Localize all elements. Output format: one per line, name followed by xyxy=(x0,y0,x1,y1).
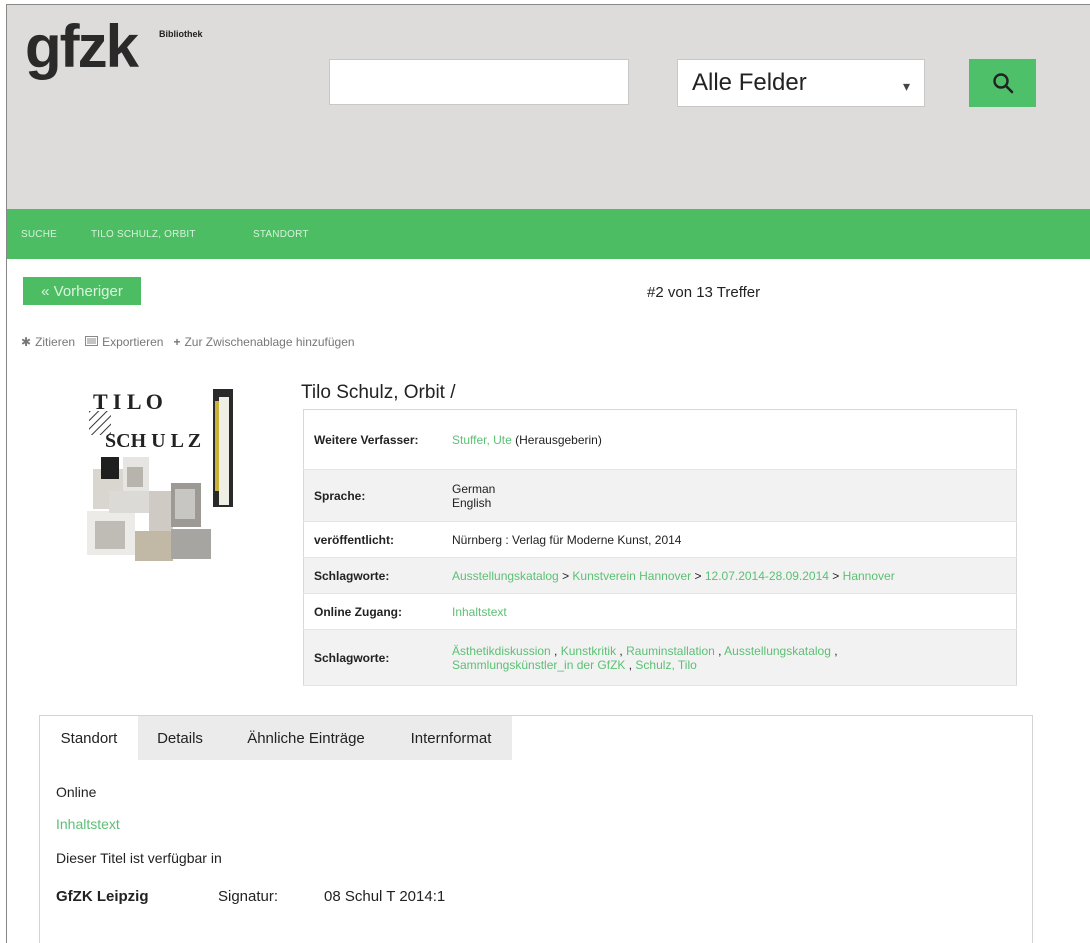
content-link[interactable]: Inhaltstext xyxy=(56,816,120,832)
subject-link[interactable]: 12.07.2014-28.09.2014 xyxy=(705,569,829,583)
separator: , xyxy=(550,643,561,658)
separator: , xyxy=(625,657,636,672)
subject-link[interactable]: Rauminstallation xyxy=(626,644,715,658)
logo-subtitle: Bibliothek xyxy=(159,29,203,39)
table-row: Schlagworte: Ästhetikdiskussion , Kunstk… xyxy=(303,629,1017,686)
author-link[interactable]: Stuffer, Ute xyxy=(452,433,512,447)
signatur-label: Signatur: xyxy=(218,888,279,905)
breadcrumb-item-record[interactable]: TILO SCHULZ, ORBIT xyxy=(91,229,196,240)
row-value: German English xyxy=(442,470,1017,522)
subject-list: Ästhetikdiskussion , Kunstkritik , Raumi… xyxy=(442,630,1017,686)
cover-letters-bottom: SCH U L Z xyxy=(105,430,201,452)
table-row: Online Zugang: Inhaltstext xyxy=(303,594,1017,630)
export-label: Exportieren xyxy=(102,335,164,349)
row-label: Sprache: xyxy=(314,488,366,503)
location-name: GfZK Leipzig xyxy=(56,888,149,905)
search-icon xyxy=(992,73,1013,94)
field-select-value: Alle Felder xyxy=(692,69,807,96)
caret-down-icon: ▾ xyxy=(902,78,910,94)
row-label: Weitere Verfasser: xyxy=(314,432,419,447)
subject-link[interactable]: Hannover xyxy=(843,569,895,583)
breadcrumb-item-search[interactable]: SUCHE xyxy=(21,229,57,240)
tabs-panel: Standort Details Ähnliche Einträge Inter… xyxy=(39,715,1033,943)
cite-label: Zitieren xyxy=(35,335,76,349)
tab-details[interactable]: Details xyxy=(138,716,222,760)
author-role: (Herausgeberin) xyxy=(511,432,602,447)
row-label: Online Zugang: xyxy=(314,604,402,619)
result-counter: #2 von 13 Treffer xyxy=(647,284,761,301)
plus-icon: + xyxy=(173,335,181,349)
table-row: Weitere Verfasser: Stuffer, Ute (Herausg… xyxy=(303,410,1017,470)
export-icon xyxy=(85,335,99,349)
subject-chain: Ausstellungskatalog > Kunstverein Hannov… xyxy=(442,558,1017,594)
signatur-value: 08 Schul T 2014:1 xyxy=(324,888,446,905)
header: gfzk Bibliothek Alle Felder ▾ xyxy=(7,5,1090,209)
record-title: Tilo Schulz, Orbit / xyxy=(301,382,456,403)
subject-link[interactable]: Ästhetikdiskussion xyxy=(452,644,551,658)
online-access-link[interactable]: Inhaltstext xyxy=(452,605,507,619)
language-2: English xyxy=(452,495,492,510)
subject-link[interactable]: Schulz, Tilo xyxy=(635,658,696,672)
breadcrumb-item-location[interactable]: STANDORT xyxy=(253,229,309,240)
subject-link[interactable]: Ausstellungskatalog xyxy=(452,569,559,583)
breadcrumb: SUCHE TILO SCHULZ, ORBIT STANDORT xyxy=(7,209,1090,259)
row-label: veröffentlicht: xyxy=(314,532,395,547)
row-value: Inhaltstext xyxy=(442,594,1017,630)
row-label: Schlagworte: xyxy=(314,650,390,665)
publication-value: Nürnberg : Verlag für Moderne Kunst, 201… xyxy=(452,532,682,547)
separator: > xyxy=(691,568,705,583)
separator: > xyxy=(828,568,843,583)
row-label: Schlagworte: xyxy=(314,568,390,583)
separator: , xyxy=(714,643,725,658)
tab-similar[interactable]: Ähnliche Einträge xyxy=(222,716,390,760)
search-input[interactable] xyxy=(329,59,629,105)
separator: , xyxy=(830,643,838,658)
logo[interactable]: gfzk xyxy=(25,17,139,77)
previous-button[interactable]: « Vorheriger xyxy=(23,277,141,305)
search-button[interactable] xyxy=(969,59,1036,107)
online-heading: Online xyxy=(56,784,97,800)
table-row: Sprache: German English xyxy=(303,469,1017,522)
cover-image: T I L O SCH U L Z xyxy=(87,371,241,563)
subject-link[interactable]: Kunstkritik xyxy=(561,644,616,658)
subject-link[interactable]: Ausstellungskatalog xyxy=(724,644,831,658)
tab-bar: Standort Details Ähnliche Einträge Inter… xyxy=(40,716,1032,760)
subject-link[interactable]: Sammlungskünstler_in der GfZK xyxy=(452,658,625,672)
separator: , xyxy=(616,643,627,658)
language-1: German xyxy=(452,481,496,496)
field-select[interactable]: Alle Felder ▾ xyxy=(677,59,925,107)
add-to-clipboard-link[interactable]: + Zur Zwischenablage hinzufügen xyxy=(173,335,354,349)
tab-standort[interactable]: Standort xyxy=(40,716,138,760)
availability-text: Dieser Titel ist verfügbar in xyxy=(56,850,222,866)
add-to-clipboard-label: Zur Zwischenablage hinzufügen xyxy=(184,335,355,349)
tab-internformat[interactable]: Internformat xyxy=(390,716,512,760)
table-row: Schlagworte: Ausstellungskatalog > Kunst… xyxy=(303,557,1017,594)
subject-link[interactable]: Kunstverein Hannover xyxy=(572,569,691,583)
cite-link[interactable]: ✱ Zitieren xyxy=(21,335,75,349)
table-row: veröffentlicht: Nürnberg : Verlag für Mo… xyxy=(303,522,1017,558)
record-details-table: Weitere Verfasser: Stuffer, Ute (Herausg… xyxy=(303,409,1017,686)
separator: > xyxy=(558,568,573,583)
page-frame: gfzk Bibliothek Alle Felder ▾ SUCHE TILO… xyxy=(6,4,1090,943)
export-link[interactable]: Exportieren xyxy=(85,335,163,349)
asterisk-icon: ✱ xyxy=(21,335,32,349)
record-toolbar: ✱ Zitieren Exportieren + Zur Zwischenabl… xyxy=(21,335,355,349)
cover-letters-top: T I L O xyxy=(93,389,163,414)
row-value: Stuffer, Ute (Herausgeberin) xyxy=(442,410,1017,470)
